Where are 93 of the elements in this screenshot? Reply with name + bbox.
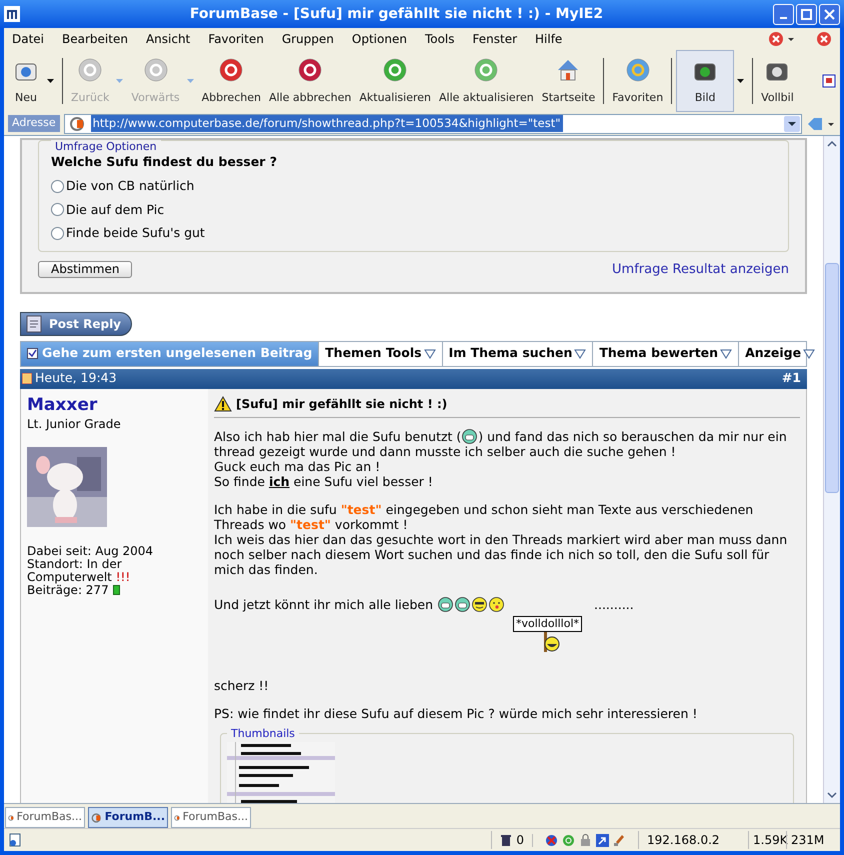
menu-item[interactable]: Bearbeiten xyxy=(62,30,128,48)
poll-option[interactable]: Finde beide Sufu's gut xyxy=(51,224,776,243)
post-reply-button[interactable]: Post Reply xyxy=(20,312,132,336)
brush-icon[interactable] xyxy=(613,834,626,846)
menu-item[interactable]: Optionen xyxy=(352,30,407,48)
grinning-smiley-icon xyxy=(462,428,478,444)
menu-item[interactable]: Fenster xyxy=(472,30,518,48)
author-rank: Lt. Junior Grade xyxy=(27,416,122,432)
stopall-icon xyxy=(296,56,324,84)
menu-item[interactable]: Gruppen xyxy=(282,30,334,48)
vote-button[interactable]: Abstimmen xyxy=(38,261,132,278)
refresh-icon xyxy=(381,56,410,84)
toolbar-button[interactable]: Alle abbrechen xyxy=(264,50,356,112)
toolbar-button[interactable]: Bild xyxy=(676,50,734,112)
maximize-icon xyxy=(801,8,812,20)
author-location: Standort: In der Computerwelt !!! xyxy=(27,558,132,584)
post-date: Heute, 19:43 xyxy=(35,369,117,388)
browser-tab[interactable]: ForumB... xyxy=(88,807,168,828)
address-label: Adresse xyxy=(8,115,60,132)
caret-icon xyxy=(424,348,436,358)
toolbar-button[interactable]: Neu xyxy=(8,50,44,112)
page-icon[interactable] xyxy=(822,74,836,88)
refresh-icon[interactable] xyxy=(562,834,575,846)
author-name[interactable]: Maxxer xyxy=(27,394,202,414)
toolbar-button[interactable]: Alle aktualisieren xyxy=(434,50,538,112)
grinning-smiley-icon xyxy=(455,596,470,612)
post-text: Ich habe in die sufu "test" eingegeben und schon sieht man Texte aus verschiedenen Threads wo "test" vorkommt ! Ich weis das hier dan das gesuchte wort in den Threads markiert wird aber man muss dann noch selber nach diesem Wort suchen und das finde ich nich so toll, den die Sufu soll für mich das finden. xyxy=(214,502,788,576)
poll-results-link[interactable]: Umfrage Resultat anzeigen xyxy=(612,260,789,280)
toolbar-button[interactable]: Abbrechen xyxy=(198,50,265,112)
page-icon xyxy=(8,833,22,847)
checkbox-icon xyxy=(27,348,38,359)
scrollbar-thumb[interactable] xyxy=(825,263,839,493)
thread-menu-button[interactable]: Anzeige xyxy=(738,342,822,366)
post-text: Und jetzt könnt ihr mich alle lieben *volldolllol* .......... xyxy=(214,596,800,652)
menu-item[interactable]: Datei xyxy=(12,30,44,48)
fieldset-legend: Thumbnails xyxy=(227,728,299,740)
refreshall-icon xyxy=(472,56,500,84)
sign-text: *volldolllol* xyxy=(513,616,582,632)
post-icon xyxy=(22,373,32,384)
post-text: scherz !! xyxy=(214,678,270,692)
lock-icon[interactable] xyxy=(579,834,592,846)
address-field[interactable]: http://www.computerbase.de/forum/showthread.php?t=100534&highlight="test" xyxy=(64,114,802,134)
browser-tab[interactable]: ForumBas... xyxy=(5,807,85,828)
close-icon[interactable] xyxy=(816,31,832,47)
site-icon xyxy=(68,116,87,132)
sunglasses-smiley-icon xyxy=(472,596,487,612)
browser-tab[interactable]: ForumBas... xyxy=(171,807,251,828)
memory-usage: 231M xyxy=(786,831,828,849)
grinning-smiley-icon xyxy=(438,596,453,612)
thread-menu-button[interactable]: Im Thema suchen xyxy=(442,342,592,366)
toolbar-button[interactable]: Aktualisieren xyxy=(355,50,435,112)
post-title: [Sufu] mir gefähllt sie nicht ! :) xyxy=(236,396,448,412)
join-date: Dabei seit: Aug 2004 xyxy=(27,544,154,558)
menu-item[interactable]: Favoriten xyxy=(208,30,264,48)
trash-count: 0 xyxy=(516,832,524,849)
minimize-icon xyxy=(780,17,787,19)
ip-address: 192.168.0.2 xyxy=(638,831,748,849)
poll-option[interactable]: Die auf dem Pic xyxy=(51,200,776,220)
caret-icon xyxy=(720,348,732,358)
post-text: PS: wie findet ihr diese Sufu auf diesem Pic ? würde mich sehr interessieren ! xyxy=(214,706,698,720)
post-text: Also ich hab hier mal die Sufu benutzt ( ) und fand das nich so berauschen da mir nur ein thread gezeigt wurde und dann musste ich selber auch die suche gehen ! Guck euch ma das Pic an ! So finde ich eine Sufu viel besser ! xyxy=(214,428,788,488)
app-icon xyxy=(4,6,20,22)
menu-item[interactable]: Tools xyxy=(424,30,454,48)
menu-item[interactable]: Hilfe xyxy=(535,30,562,48)
post-count: Beiträge: 277 xyxy=(27,584,109,596)
transfer-speed: 1.59K xyxy=(748,831,786,849)
thread-menu-button[interactable]: Themen Tools xyxy=(318,342,442,366)
caret-icon xyxy=(574,348,586,358)
poll-option[interactable]: Die von CB natürlich xyxy=(51,176,776,196)
toolbar-button[interactable]: Startseite xyxy=(538,50,600,112)
block-icon[interactable] xyxy=(545,834,558,846)
warning-icon xyxy=(214,396,232,412)
trash-icon xyxy=(500,834,512,846)
favorites-icon xyxy=(624,56,652,84)
window-title: ForumBase - [Sufu] mir gefähllt sie nicht ! :) - MyIE2 xyxy=(188,4,604,24)
stop-icon xyxy=(217,56,246,84)
arrow-icon[interactable] xyxy=(596,834,609,846)
close-button[interactable] xyxy=(819,4,840,24)
go-icon[interactable] xyxy=(806,116,836,132)
menu-item[interactable]: Ansicht xyxy=(146,30,190,48)
smiley-icon xyxy=(489,596,504,612)
poll-question: Welche Sufu findest du besser ? xyxy=(51,153,278,171)
maximize-button[interactable] xyxy=(796,4,817,24)
close-icon xyxy=(824,8,835,20)
toolbar-button[interactable]: Favoriten xyxy=(608,50,668,112)
vertical-scrollbar[interactable] xyxy=(823,136,840,803)
forward-icon xyxy=(142,56,170,84)
thread-menu-button[interactable]: Thema bewerten xyxy=(592,342,738,366)
fieldset-legend: Umfrage Optionen xyxy=(51,140,161,153)
back-icon xyxy=(76,56,104,84)
minimize-button[interactable] xyxy=(773,4,794,24)
toolbar-button[interactable]: Vollbil xyxy=(757,50,798,112)
post-number[interactable]: #1 xyxy=(782,369,805,388)
